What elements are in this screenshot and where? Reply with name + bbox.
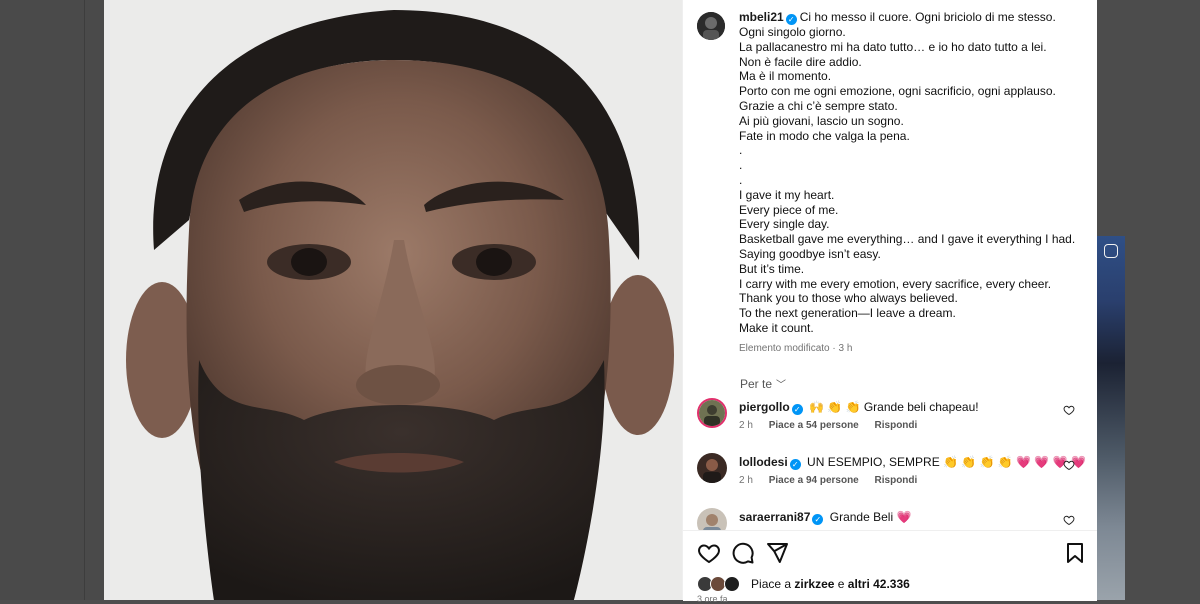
caption-line: Basketball gave me everything… and I gav…: [739, 232, 1076, 247]
sort-label: Per te: [740, 377, 773, 391]
edited-meta: Elemento modificato · 3 h: [739, 342, 853, 354]
liker-username[interactable]: zirkzee: [794, 577, 834, 591]
next-post-preview[interactable]: [1096, 236, 1125, 600]
reply-button[interactable]: Rispondi: [875, 475, 918, 486]
post-time-ago: 3 ore fa: [697, 594, 728, 604]
avatar[interactable]: [697, 453, 727, 483]
comment-time: 2 h: [739, 420, 753, 431]
comment-body: Grande Beli 💗: [829, 510, 912, 524]
send-icon[interactable]: [765, 541, 789, 565]
post-photo[interactable]: [104, 0, 682, 600]
comment-icon[interactable]: [731, 541, 755, 565]
post-side-panel: mbeli21 ✓ Ci ho messo il cuore. Ogni brici…: [682, 0, 1097, 604]
author-username[interactable]: mbeli21: [739, 10, 784, 24]
comment-time: 2 h: [739, 475, 753, 486]
caption-line: Make it count.: [739, 320, 814, 335]
likes-text: Piace a zirkzee e altri 42.336: [751, 577, 910, 591]
liker-avatar: [723, 576, 740, 592]
heart-icon[interactable]: [1063, 404, 1075, 416]
verified-badge-icon: ✓: [785, 14, 797, 25]
comment-username[interactable]: saraerrani87: [739, 510, 810, 524]
comment-sort-dropdown[interactable]: Per te ﹀: [740, 376, 786, 391]
caption-text: mbeli21 ✓ Ci ho messo il cuore. Ogni brici…: [739, 10, 1089, 357]
backdrop-right[interactable]: [1096, 0, 1200, 600]
heart-icon[interactable]: [1063, 459, 1075, 471]
backdrop-left[interactable]: [0, 0, 104, 600]
likes-connector: e: [834, 577, 848, 591]
post-modal: mbeli21 ✓ Ci ho messo il cuore. Ogni brici…: [104, 0, 1097, 604]
caption-line: Grazie a chi c’è sempre stato.: [739, 98, 898, 113]
caption-line: Ai più giovani, lascio un sogno.: [739, 113, 904, 128]
comment-meta: 2 h Piace a 54 persone Rispondi: [739, 420, 930, 431]
verified-badge-icon: ✓: [789, 459, 801, 470]
comment-text: piergollo ✓ 🙌 👏 👏 Grande beli chapeau!: [739, 400, 979, 415]
comment-username[interactable]: lollodesi: [739, 455, 788, 469]
heart-icon[interactable]: [1063, 514, 1075, 526]
caption-line: Ci ho messo il cuore. Ogni briciolo di m…: [799, 10, 1056, 24]
portrait-image: [104, 0, 682, 600]
comment-likes[interactable]: Piace a 94 persone: [769, 475, 859, 486]
action-bar: Piace a zirkzee e altri 42.336: [683, 530, 1097, 601]
comment-body: 🙌 👏 👏 Grande beli chapeau!: [809, 400, 979, 414]
avatar[interactable]: [697, 398, 727, 428]
verified-badge-icon: ✓: [812, 514, 824, 525]
comment-text: lollodesi ✓ UN ESEMPIO, SEMPRE 👏 👏 👏 👏 💗 …: [739, 455, 1086, 470]
comment-username[interactable]: piergollo: [739, 400, 790, 414]
verified-badge-icon: ✓: [791, 404, 803, 415]
comment-text: saraerrani87 ✓ Grande Beli 💗: [739, 510, 911, 525]
author-avatar[interactable]: [697, 12, 725, 40]
caption-line: .: [739, 158, 743, 173]
caption-line: I gave it my heart.: [739, 187, 835, 202]
caption-line: Non è facile dire addio.: [739, 54, 862, 69]
comment-body: UN ESEMPIO, SEMPRE 👏 👏 👏 👏 💗 💗 💗 💗: [807, 455, 1086, 469]
caption-line: Ogni singolo giorno.: [739, 25, 846, 39]
caption-line: Thank you to those who always believed.: [739, 291, 958, 306]
caption-line: But it’s time.: [739, 261, 805, 276]
caption-line: Ma è il momento.: [739, 69, 832, 84]
caption-line: Saying goodbye isn’t easy.: [739, 246, 881, 261]
backdrop-divider: [84, 0, 85, 600]
comment-meta: 2 h Piace a 94 persone Rispondi: [739, 475, 930, 486]
reel-icon: [1104, 244, 1118, 258]
chevron-down-icon: ﹀: [776, 380, 787, 391]
bookmark-icon[interactable]: [1063, 541, 1087, 565]
caption-line: Every single day.: [739, 217, 830, 232]
caption-line: Every piece of me.: [739, 202, 839, 217]
reply-button[interactable]: Rispondi: [875, 420, 918, 431]
caption-line: .: [739, 143, 743, 158]
caption-line: To the next generation—I leave a dream.: [739, 306, 956, 321]
heart-icon[interactable]: [697, 541, 721, 565]
likes-count[interactable]: altri 42.336: [848, 577, 910, 591]
caption-line: .: [739, 172, 743, 187]
caption-line: Fate in modo che valga la pena.: [739, 128, 910, 143]
comment-likes[interactable]: Piace a 54 persone: [769, 420, 859, 431]
likes-prefix: Piace a: [751, 577, 795, 591]
likes-summary[interactable]: Piace a zirkzee e altri 42.336: [697, 576, 910, 592]
caption-line: I carry with me every emotion, every sac…: [739, 276, 1052, 291]
caption-first-line: mbeli21 ✓ Ci ho messo il cuore. Ogni brici…: [739, 10, 1089, 25]
caption-line: Porto con me ogni emozione, ogni sacrifi…: [739, 84, 1056, 99]
caption-line: La pallacanestro mi ha dato tutto… e io …: [739, 39, 1047, 54]
